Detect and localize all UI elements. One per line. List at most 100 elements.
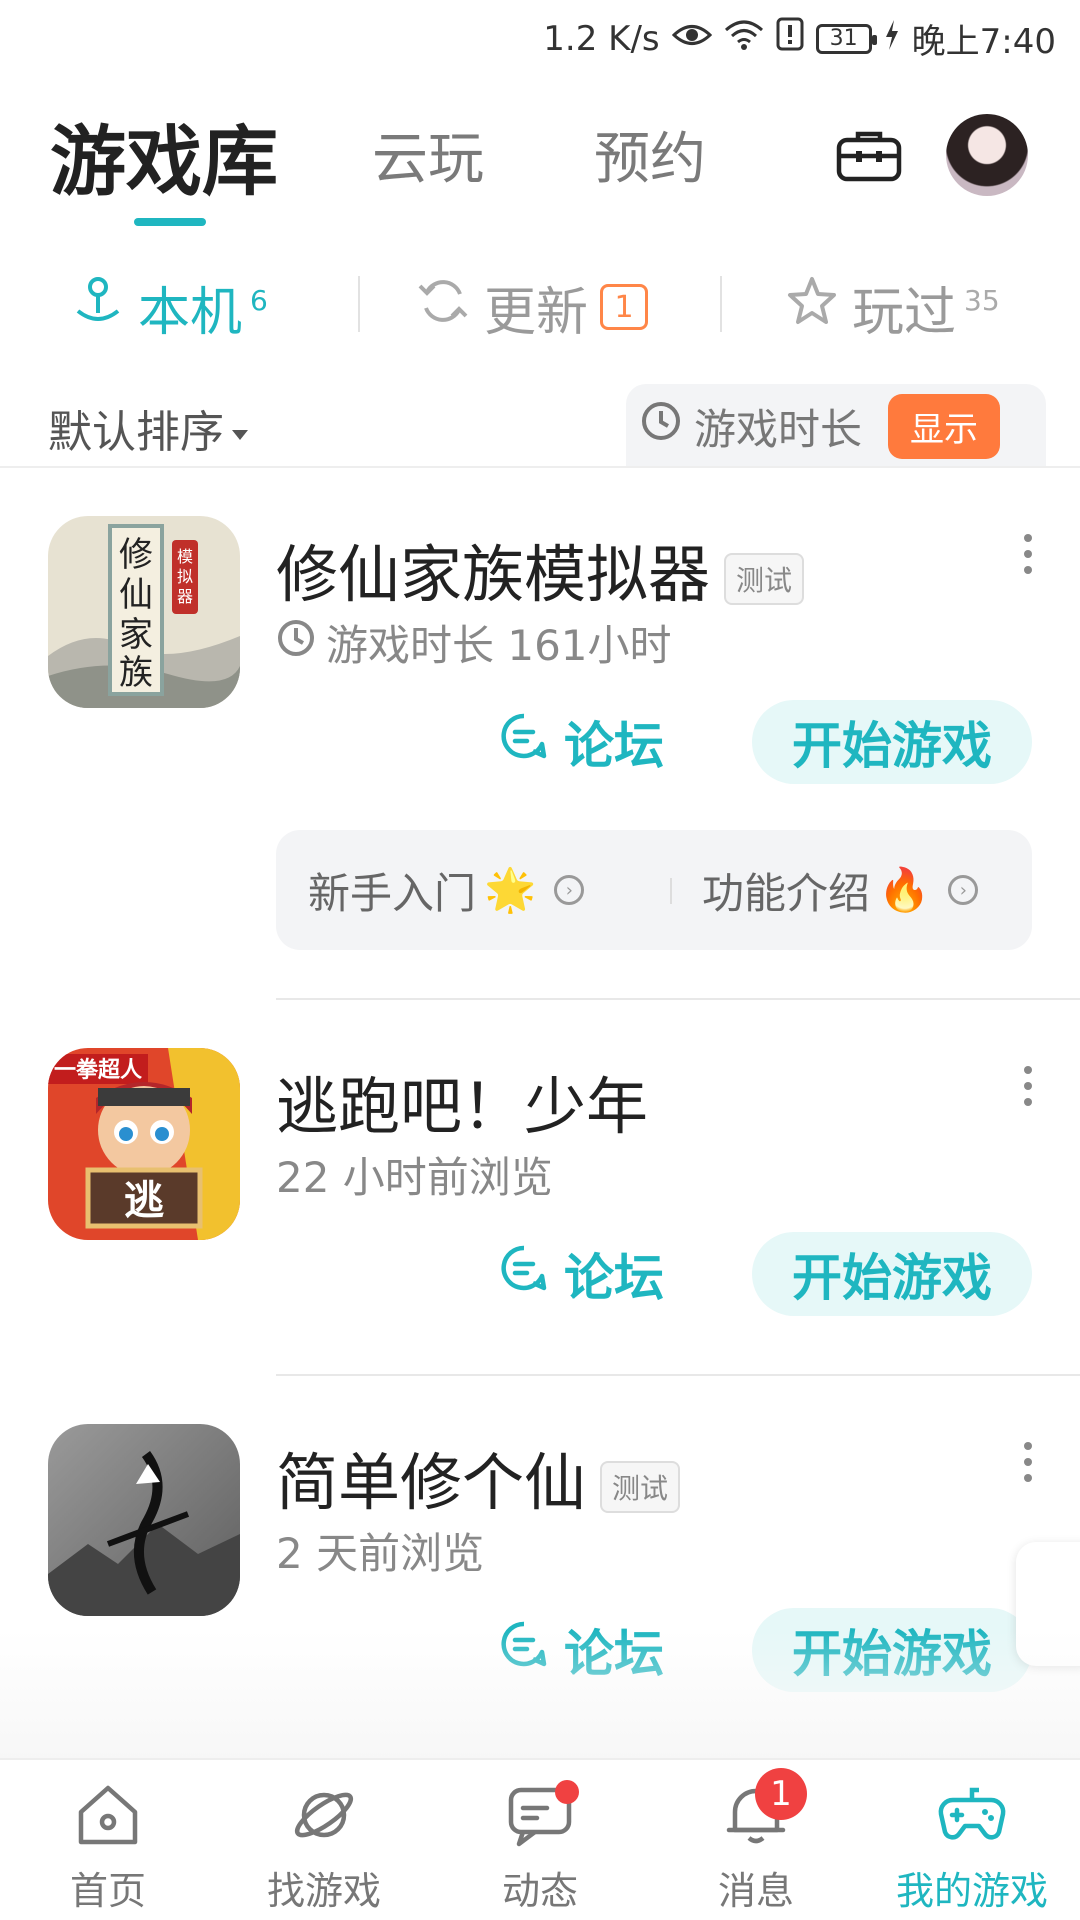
start-game-button[interactable]: 开始游戏 (752, 1232, 1032, 1316)
nav-my-games[interactable]: 我的游戏 (864, 1772, 1080, 1920)
svg-text:家: 家 (119, 615, 153, 655)
alert-icon (776, 17, 804, 60)
star-emoji-icon: 🌟 (484, 865, 537, 914)
svg-text:修: 修 (119, 535, 153, 575)
top-tabs: 游戏库 云玩 预约 (50, 96, 1030, 236)
duration-toggle[interactable]: 游戏时长 显示 (626, 384, 1046, 468)
game-title[interactable]: 修仙家族模拟器 测试 (276, 524, 805, 614)
sub-tabs: 本机 6 更新 1 玩过 35 (0, 266, 1080, 348)
network-speed: 1.2 K/s (543, 18, 660, 59)
game-icon-xiuxian-jiazu[interactable]: 修 仙 家 族 模 拟 器 (48, 516, 240, 708)
game-title-text: 修仙家族模拟器 (276, 538, 711, 611)
nav-home[interactable]: 首页 (0, 1772, 216, 1920)
game-title[interactable]: 逃跑吧！少年 (276, 1056, 648, 1146)
chevron-right-icon: › (554, 875, 585, 905)
tab-game-library[interactable]: 游戏库 (50, 100, 278, 210)
sort-label: 默认排序 (48, 407, 224, 458)
clock-icon (640, 400, 682, 452)
nav-feed-label: 动态 (501, 1869, 578, 1913)
nav-messages[interactable]: 1 消息 (648, 1768, 864, 1920)
game-icon-taopao[interactable]: 一拳超人 逃 (48, 1048, 240, 1240)
chat-icon (505, 1780, 579, 1850)
nav-find-games-label: 找游戏 (266, 1869, 381, 1913)
subtab-update[interactable]: 更新 1 (416, 266, 649, 348)
game-title[interactable]: 简单修个仙 测试 (276, 1432, 681, 1522)
start-game-button[interactable]: 开始游戏 (752, 700, 1032, 784)
notification-dot (555, 1780, 579, 1804)
forum-button[interactable]: 论坛 (500, 1234, 690, 1314)
refresh-icon (416, 274, 470, 341)
subtab-local[interactable]: 本机 6 (72, 266, 268, 348)
forum-icon (500, 712, 548, 772)
tab-reservation[interactable]: 预约 (594, 114, 706, 195)
more-options-icon[interactable] (1022, 1066, 1034, 1106)
star-icon (786, 275, 838, 340)
update-badge: 1 (600, 284, 649, 330)
forum-button[interactable]: 论坛 (500, 702, 690, 782)
divider (276, 998, 1080, 1000)
svg-text:器: 器 (177, 587, 193, 606)
tab-cloud-play[interactable]: 云玩 (372, 114, 484, 195)
eye-icon (671, 19, 712, 59)
svg-text:模: 模 (177, 547, 193, 566)
clock-icon (276, 618, 316, 668)
icon-escape-text: 逃 (124, 1178, 164, 1224)
active-tab-indicator (134, 218, 206, 226)
subtab-played[interactable]: 玩过 35 (786, 266, 1000, 348)
subtab-played-count: 35 (964, 283, 1000, 317)
icon-top-text: 一拳超人 (54, 1057, 142, 1083)
more-options-icon[interactable] (1022, 534, 1034, 574)
nav-feed[interactable]: 动态 (432, 1772, 648, 1920)
svg-text:仙: 仙 (119, 575, 153, 615)
forum-label: 论坛 (564, 717, 664, 775)
wifi-icon (724, 18, 764, 59)
avatar[interactable] (946, 114, 1028, 196)
divider (0, 466, 1080, 468)
chevron-right-icon: › (948, 875, 979, 905)
local-device-icon (72, 275, 124, 340)
nav-find-games[interactable]: 找游戏 (216, 1772, 432, 1920)
status-bar: 1.2 K/s 31 晚上7:40 (0, 0, 1080, 76)
guide-beginner-label: 新手入门 (308, 868, 477, 918)
subtab-update-label: 更新 (484, 282, 589, 343)
guide-beginner[interactable]: 新手入门 🌟 › (308, 860, 585, 921)
game-subtitle: 2 天前浏览 (276, 1529, 485, 1578)
show-duration-button[interactable]: 显示 (888, 393, 1001, 459)
battery-icon: 31 (815, 23, 877, 54)
clock: 晚上7:40 (911, 22, 1056, 62)
gamepad-icon (937, 1780, 1007, 1850)
game-subtitle: 游戏时长 161小时 (276, 612, 672, 673)
guide-features-label: 功能介绍 (702, 868, 871, 918)
toolbox-icon[interactable] (836, 130, 902, 182)
game-icon-jiandan-xiuxian[interactable] (48, 1424, 240, 1616)
divider (720, 276, 722, 332)
svg-text:拟: 拟 (177, 567, 193, 586)
guide-box: 新手入门 🌟 › 功能介绍 🔥 › (276, 830, 1032, 950)
divider (670, 878, 672, 904)
nav-home-label: 首页 (69, 1869, 146, 1913)
test-tag: 测试 (724, 552, 805, 605)
bottom-nav: 首页 找游戏 动态 1 消息 我的游戏 (0, 1758, 1080, 1920)
forum-label: 论坛 (564, 1249, 664, 1307)
caret-down-icon (232, 430, 248, 440)
divider (276, 1374, 1080, 1376)
bottom-fade (0, 1630, 1080, 1760)
nav-messages-label: 消息 (717, 1869, 794, 1913)
charging-icon (884, 19, 900, 59)
test-tag: 测试 (600, 1460, 681, 1513)
guide-features[interactable]: 功能介绍 🔥 › (702, 860, 979, 921)
subtab-local-label: 本机 (138, 282, 243, 343)
play-duration: 游戏时长 161小时 (326, 621, 672, 670)
sort-dropdown[interactable]: 默认排序 (48, 396, 248, 460)
divider (358, 276, 360, 332)
game-subtitle: 22 小时前浏览 (276, 1153, 553, 1202)
svg-text:族: 族 (119, 653, 153, 693)
fire-emoji-icon: 🔥 (878, 865, 931, 914)
more-options-icon[interactable] (1022, 1442, 1034, 1482)
planet-icon (289, 1780, 359, 1850)
nav-my-games-label: 我的游戏 (895, 1869, 1048, 1913)
bell-icon: 1 (721, 1768, 807, 1850)
home-icon (73, 1780, 143, 1850)
message-badge: 1 (755, 1768, 807, 1820)
forum-icon (500, 1244, 548, 1304)
